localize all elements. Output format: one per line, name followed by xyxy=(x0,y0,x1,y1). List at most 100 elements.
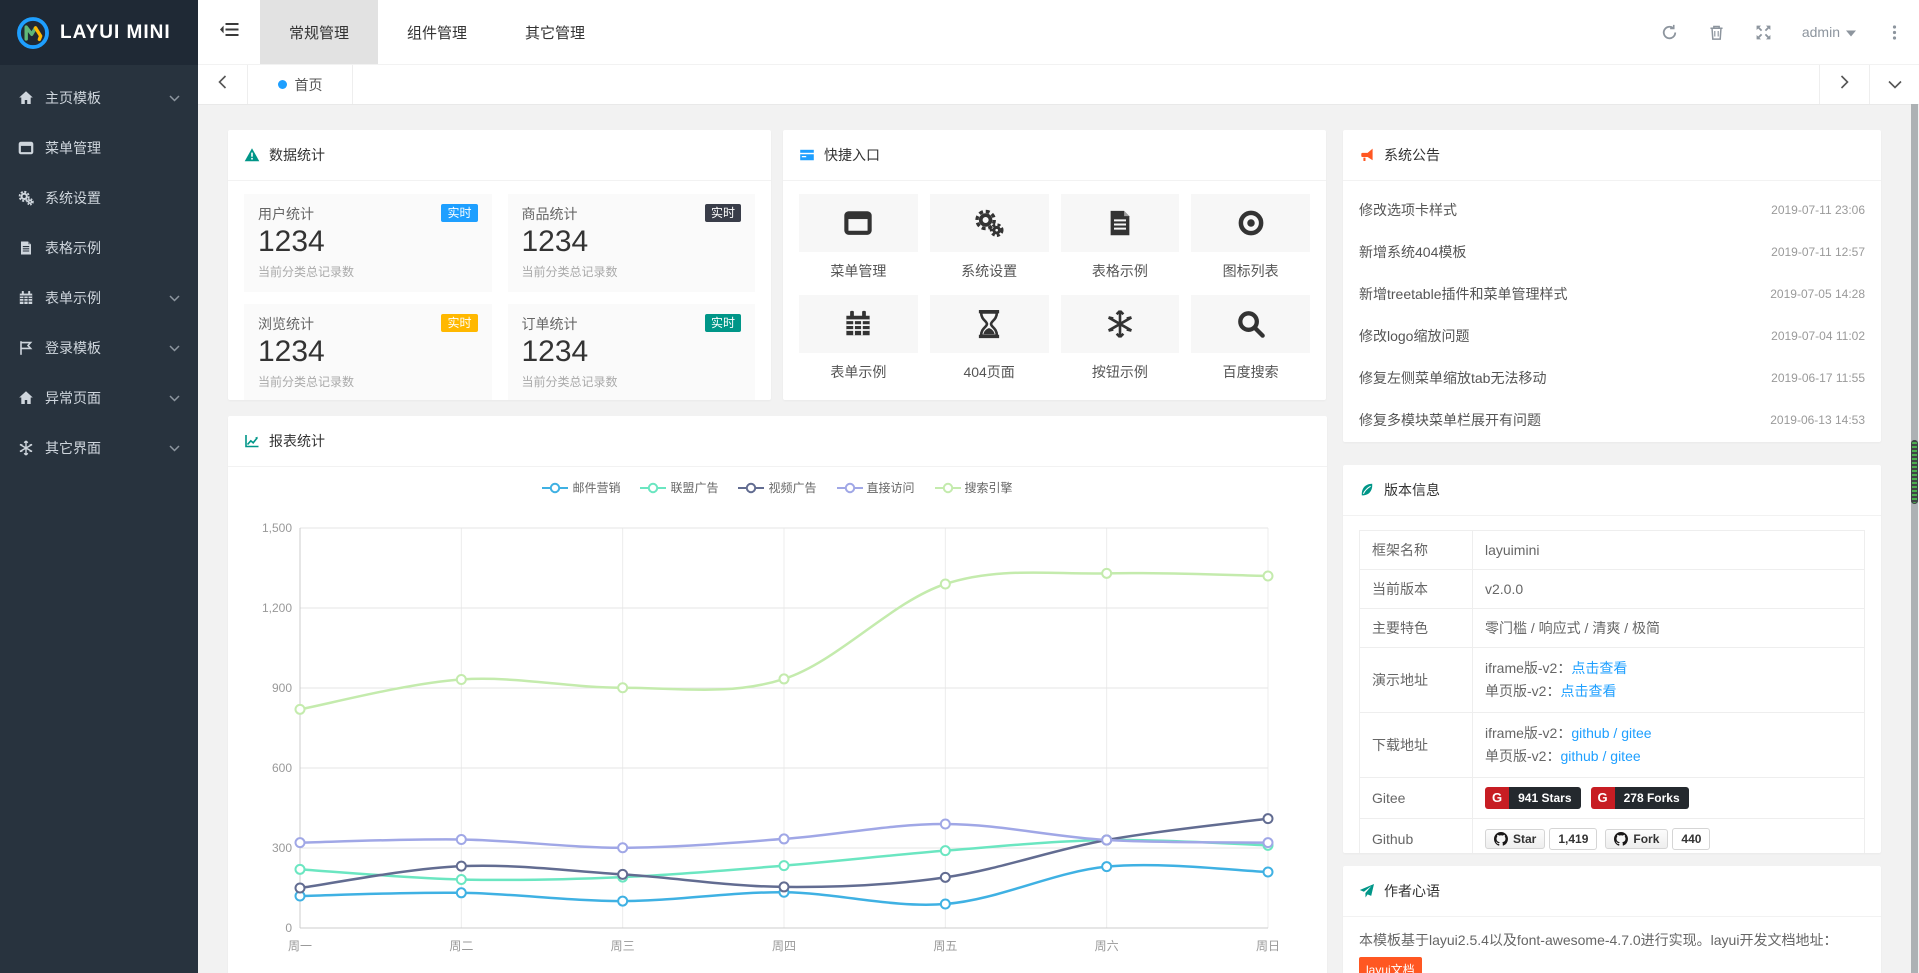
download-link[interactable]: gitee xyxy=(1610,748,1640,764)
quick-entry-7[interactable]: 按钮示例 xyxy=(1061,295,1180,382)
announcement-row[interactable]: 修复左侧菜单缩放tab无法移动2019-06-17 11:55 xyxy=(1359,357,1865,399)
panel-report-chart: 报表统计 邮件营销联盟广告视频广告直接访问搜索引擎 03006009001,20… xyxy=(228,416,1327,973)
chart-point-视频广告 xyxy=(941,873,950,882)
quick-entry-8[interactable]: 百度搜索 xyxy=(1191,295,1310,382)
layui-doc-badge[interactable]: layui文档 xyxy=(1359,957,1422,973)
sidebar-item-5[interactable]: 表单示例 xyxy=(0,273,198,323)
github-count[interactable]: 440 xyxy=(1672,828,1710,850)
announcement-row[interactable]: 修改logo缩放问题2019-07-04 11:02 xyxy=(1359,315,1865,357)
chart-point-邮件营销 xyxy=(618,897,627,906)
quick-entry-3[interactable]: 表格示例 xyxy=(1061,194,1180,281)
gitee-badge[interactable]: G941 Stars xyxy=(1485,787,1581,809)
link-separator: / xyxy=(1610,725,1622,741)
version-row: 下载地址iframe版-v2：github / gitee单页版-v2：gith… xyxy=(1360,713,1865,778)
sidebar-item-6[interactable]: 登录模板 xyxy=(0,323,198,373)
stat-card-desc: 当前分类总记录数 xyxy=(522,263,742,280)
header-tab-1[interactable]: 常规管理 xyxy=(260,0,378,64)
panel-announcements-title: 系统公告 xyxy=(1343,130,1881,181)
quick-entry-label: 系统设置 xyxy=(930,261,1049,281)
home-icon xyxy=(18,89,36,107)
legend-label: 视频广告 xyxy=(768,479,816,496)
sidebar-item-label: 菜单管理 xyxy=(45,138,101,158)
quick-entry-5[interactable]: 表单示例 xyxy=(799,295,918,382)
chart-area: 邮件营销联盟广告视频广告直接访问搜索引擎 03006009001,2001,50… xyxy=(228,467,1327,973)
snowflake-icon xyxy=(1061,295,1180,353)
announcement-row[interactable]: 修改选项卡样式2019-07-11 23:06 xyxy=(1359,189,1865,231)
fullscreen-icon[interactable] xyxy=(1755,24,1772,41)
tab-menu-button[interactable] xyxy=(1869,65,1919,104)
author-note-body: 本模板基于layui2.5.4以及font-awesome-4.7.0进行实现。… xyxy=(1343,917,1881,973)
download-link[interactable]: github xyxy=(1560,748,1598,764)
quick-entry-grid: 菜单管理系统设置表格示例图标列表表单示例 404页面按钮示例百度搜索 xyxy=(783,181,1326,395)
tab-scroll-right-button[interactable] xyxy=(1819,65,1869,104)
chevron-down-icon xyxy=(1888,76,1902,94)
legend-item-5[interactable]: 搜索引擎 xyxy=(935,479,1013,496)
stat-card-desc: 当前分类总记录数 xyxy=(258,373,478,390)
announcement-text: 修复左侧菜单缩放tab无法移动 xyxy=(1359,368,1546,388)
more-vertical-icon[interactable] xyxy=(1886,24,1903,41)
tab-home[interactable]: 首页 xyxy=(248,65,353,104)
announcement-row[interactable]: 修复多模块菜单栏展开有问题2019-06-13 14:53 xyxy=(1359,399,1865,441)
announcement-row[interactable]: 新增treetable插件和菜单管理样式2019-07-05 14:28 xyxy=(1359,273,1865,315)
version-row-label: 当前版本 xyxy=(1360,570,1473,609)
announcement-text: 修改选项卡样式 xyxy=(1359,200,1457,220)
demo-link[interactable]: 点击查看 xyxy=(1560,683,1616,699)
chart-point-直接访问 xyxy=(941,820,950,829)
gitee-logo: G xyxy=(1485,787,1509,809)
quick-entry-label: 404页面 xyxy=(930,362,1049,382)
username: admin xyxy=(1802,24,1840,40)
sidebar-item-1[interactable]: 主页模板 xyxy=(0,73,198,123)
logo[interactable]: LAYUI MINI xyxy=(0,0,198,65)
chart-point-视频广告 xyxy=(618,870,627,879)
sidebar-item-3[interactable]: 系统设置 xyxy=(0,173,198,223)
gears-icon xyxy=(18,189,36,207)
announcement-text: 新增系统404模板 xyxy=(1359,242,1466,262)
quick-entry-6[interactable]: 404页面 xyxy=(930,295,1049,382)
sidebar: LAYUI MINI 主页模板菜单管理系统设置表格示例表单示例登录模板异常页面其… xyxy=(0,0,198,973)
legend-item-1[interactable]: 邮件营销 xyxy=(542,479,620,496)
github-count[interactable]: 1,419 xyxy=(1549,828,1597,850)
github-fork-button[interactable]: Fork xyxy=(1605,829,1668,849)
realtime-badge: 实时 xyxy=(705,314,741,332)
github-star-button[interactable]: Star xyxy=(1485,829,1545,849)
topbar-actions: admin xyxy=(1661,0,1919,64)
bullhorn-icon xyxy=(1359,147,1375,163)
download-link[interactable]: gitee xyxy=(1621,725,1651,741)
version-row: GithubStar1,419Fork440 xyxy=(1360,819,1865,853)
stat-card-value: 1234 xyxy=(522,335,742,369)
tab-scroll-left-button[interactable] xyxy=(198,65,248,104)
sidebar-item-8[interactable]: 其它界面 xyxy=(0,423,198,473)
legend-item-4[interactable]: 直接访问 xyxy=(837,479,915,496)
legend-item-3[interactable]: 视频广告 xyxy=(738,479,816,496)
chart-point-搜索引擎 xyxy=(618,683,627,692)
version-row-label: 演示地址 xyxy=(1360,648,1473,713)
user-menu[interactable]: admin xyxy=(1802,24,1856,40)
panel-title-text: 报表统计 xyxy=(269,431,325,451)
panel-title-text: 系统公告 xyxy=(1384,145,1440,165)
chart-point-邮件营销 xyxy=(941,900,950,909)
sidebar-item-7[interactable]: 异常页面 xyxy=(0,373,198,423)
version-link-line: iframe版-v2：github / gitee xyxy=(1485,722,1852,745)
quick-entry-label: 百度搜索 xyxy=(1191,362,1310,382)
trash-icon[interactable] xyxy=(1708,24,1725,41)
gitee-badge[interactable]: G278 Forks xyxy=(1591,787,1689,809)
demo-link[interactable]: 点击查看 xyxy=(1571,660,1627,676)
collapse-sidebar-button[interactable] xyxy=(198,0,260,64)
header-tab-2[interactable]: 组件管理 xyxy=(378,0,496,64)
quick-entry-1[interactable]: 菜单管理 xyxy=(799,194,918,281)
version-row: 演示地址iframe版-v2：点击查看单页版-v2：点击查看 xyxy=(1360,648,1865,713)
chart-point-搜索引擎 xyxy=(941,580,950,589)
quick-entry-2[interactable]: 系统设置 xyxy=(930,194,1049,281)
quick-entry-4[interactable]: 图标列表 xyxy=(1191,194,1310,281)
refresh-icon[interactable] xyxy=(1661,24,1678,41)
page-scrollbar-track[interactable] xyxy=(1911,104,1918,973)
download-link[interactable]: github xyxy=(1571,725,1609,741)
legend-item-2[interactable]: 联盟广告 xyxy=(640,479,718,496)
sidebar-item-4[interactable]: 表格示例 xyxy=(0,223,198,273)
announcement-row[interactable]: 新增系统404模板2019-07-11 12:57 xyxy=(1359,231,1865,273)
header-tab-3[interactable]: 其它管理 xyxy=(496,0,614,64)
sidebar-item-2[interactable]: 菜单管理 xyxy=(0,123,198,173)
page-scrollbar-thumb[interactable] xyxy=(1911,440,1918,504)
stat-card-3: 浏览统计实时1234当前分类总记录数 xyxy=(244,304,492,400)
x-axis-tick: 周日 xyxy=(1256,939,1280,953)
